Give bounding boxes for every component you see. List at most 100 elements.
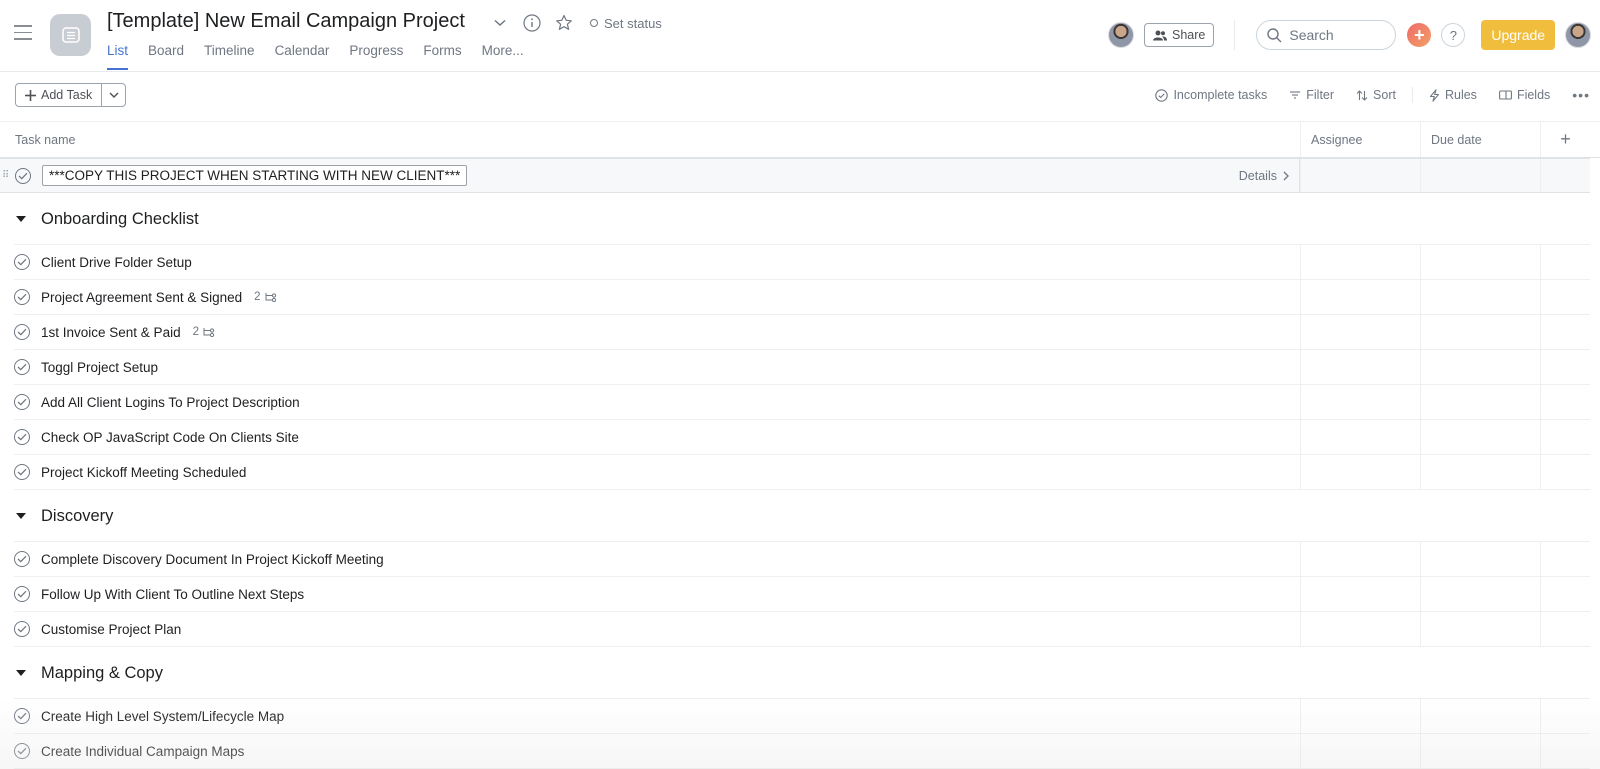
due-date-cell[interactable]: [1420, 385, 1540, 419]
project-list-icon[interactable]: [50, 14, 91, 56]
task-row[interactable]: Check OP JavaScript Code On Clients Site: [14, 420, 1590, 455]
search-input[interactable]: Search: [1256, 20, 1397, 50]
assignee-cell[interactable]: [1300, 159, 1420, 192]
task-row[interactable]: Create Individual Campaign Maps: [14, 734, 1590, 769]
set-status-button[interactable]: Set status: [590, 16, 662, 31]
add-column-button[interactable]: +: [1540, 122, 1590, 157]
chevron-down-icon[interactable]: [490, 13, 510, 33]
task-name[interactable]: Follow Up With Client To Outline Next St…: [41, 587, 304, 602]
due-date-cell[interactable]: [1420, 315, 1540, 349]
due-date-cell[interactable]: [1420, 280, 1540, 314]
complete-task-checkbox[interactable]: [14, 708, 30, 724]
task-row[interactable]: Follow Up With Client To Outline Next St…: [14, 577, 1590, 612]
task-name[interactable]: Check OP JavaScript Code On Clients Site: [41, 430, 299, 445]
due-date-cell[interactable]: [1420, 350, 1540, 384]
complete-task-checkbox[interactable]: [14, 429, 30, 445]
quick-add-button[interactable]: +: [1407, 23, 1432, 47]
assignee-cell[interactable]: [1300, 315, 1420, 349]
task-name[interactable]: Client Drive Folder Setup: [41, 255, 192, 270]
subtask-count[interactable]: 2: [254, 291, 276, 303]
due-date-cell[interactable]: [1420, 577, 1540, 611]
complete-task-checkbox[interactable]: [14, 621, 30, 637]
tab-progress[interactable]: Progress: [349, 43, 403, 70]
task-row[interactable]: Create High Level System/Lifecycle Map: [14, 699, 1590, 734]
task-name[interactable]: Project Kickoff Meeting Scheduled: [41, 465, 246, 480]
due-date-cell[interactable]: [1420, 612, 1540, 646]
rules-button[interactable]: Rules: [1429, 88, 1477, 102]
task-name[interactable]: 1st Invoice Sent & Paid: [41, 325, 181, 340]
column-assignee[interactable]: Assignee: [1300, 122, 1420, 157]
share-button[interactable]: Share: [1144, 23, 1215, 47]
assignee-cell[interactable]: [1300, 385, 1420, 419]
assignee-cell[interactable]: [1300, 542, 1420, 576]
due-date-cell[interactable]: [1420, 734, 1540, 768]
add-task-button[interactable]: Add Task: [16, 84, 103, 106]
subtask-count[interactable]: 2: [193, 326, 215, 338]
star-icon[interactable]: [554, 13, 574, 33]
assignee-cell[interactable]: [1300, 280, 1420, 314]
section-title[interactable]: Onboarding Checklist: [41, 210, 199, 229]
task-name-input[interactable]: ***COPY THIS PROJECT WHEN STARTING WITH …: [42, 165, 468, 186]
task-row[interactable]: Toggl Project Setup: [14, 350, 1590, 385]
due-date-cell[interactable]: [1420, 542, 1540, 576]
tab-timeline[interactable]: Timeline: [204, 43, 255, 70]
task-name[interactable]: Toggl Project Setup: [41, 360, 158, 375]
tab-board[interactable]: Board: [148, 43, 184, 70]
complete-task-checkbox[interactable]: [14, 586, 30, 602]
column-due-date[interactable]: Due date: [1420, 122, 1540, 157]
task-row[interactable]: Client Drive Folder Setup: [14, 245, 1590, 280]
sort-button[interactable]: Sort: [1356, 88, 1396, 102]
incomplete-tasks-filter[interactable]: Incomplete tasks: [1155, 88, 1267, 102]
task-row[interactable]: Project Kickoff Meeting Scheduled: [14, 455, 1590, 490]
task-row[interactable]: Customise Project Plan: [14, 612, 1590, 647]
assignee-cell[interactable]: [1300, 734, 1420, 768]
collapse-triangle-icon[interactable]: [16, 513, 26, 519]
help-button[interactable]: ?: [1441, 23, 1466, 47]
tab-more[interactable]: More...: [482, 43, 524, 70]
collapse-triangle-icon[interactable]: [16, 670, 26, 676]
column-task-name[interactable]: Task name: [0, 122, 1300, 157]
user-avatar[interactable]: [1565, 22, 1592, 48]
tab-forms[interactable]: Forms: [423, 43, 461, 70]
due-date-cell[interactable]: [1420, 455, 1540, 489]
drag-handle-icon[interactable]: ⠿: [2, 170, 10, 181]
complete-task-checkbox[interactable]: [14, 551, 30, 567]
tab-calendar[interactable]: Calendar: [275, 43, 330, 70]
collapse-triangle-icon[interactable]: [16, 216, 26, 222]
due-date-cell[interactable]: [1420, 245, 1540, 279]
complete-task-checkbox[interactable]: [14, 743, 30, 759]
due-date-cell[interactable]: [1420, 420, 1540, 454]
assignee-cell[interactable]: [1300, 420, 1420, 454]
sidebar-toggle-icon[interactable]: [14, 25, 32, 41]
complete-task-checkbox[interactable]: [14, 324, 30, 340]
task-name[interactable]: Create Individual Campaign Maps: [41, 744, 244, 759]
section-title[interactable]: Mapping & Copy: [41, 664, 163, 683]
due-date-cell[interactable]: [1420, 699, 1540, 733]
details-button[interactable]: Details: [1239, 169, 1289, 183]
complete-task-checkbox[interactable]: [14, 254, 30, 270]
assignee-cell[interactable]: [1300, 699, 1420, 733]
complete-task-checkbox[interactable]: [14, 359, 30, 375]
assignee-cell[interactable]: [1300, 577, 1420, 611]
more-options-icon[interactable]: •••: [1572, 87, 1590, 103]
info-icon[interactable]: [522, 13, 542, 33]
complete-task-checkbox[interactable]: [14, 394, 30, 410]
project-member-avatar[interactable]: [1108, 22, 1134, 48]
task-name[interactable]: Add All Client Logins To Project Descrip…: [41, 395, 300, 410]
tab-list[interactable]: List: [107, 43, 129, 70]
project-title[interactable]: [Template] New Email Campaign Project: [107, 10, 465, 33]
task-row[interactable]: Complete Discovery Document In Project K…: [14, 542, 1590, 577]
pinned-task-row[interactable]: ⠿ ***COPY THIS PROJECT WHEN STARTING WIT…: [0, 158, 1590, 193]
task-row[interactable]: Add All Client Logins To Project Descrip…: [14, 385, 1590, 420]
filter-button[interactable]: Filter: [1289, 88, 1334, 102]
complete-task-checkbox[interactable]: [14, 289, 30, 305]
task-row[interactable]: 1st Invoice Sent & Paid 2: [14, 315, 1590, 350]
complete-task-checkbox[interactable]: [15, 167, 31, 184]
assignee-cell[interactable]: [1300, 612, 1420, 646]
upgrade-button[interactable]: Upgrade: [1481, 20, 1556, 50]
task-name[interactable]: Create High Level System/Lifecycle Map: [41, 709, 284, 724]
task-name[interactable]: Project Agreement Sent & Signed: [41, 290, 242, 305]
task-name[interactable]: Customise Project Plan: [41, 622, 181, 637]
task-name[interactable]: Complete Discovery Document In Project K…: [41, 552, 384, 567]
assignee-cell[interactable]: [1300, 350, 1420, 384]
